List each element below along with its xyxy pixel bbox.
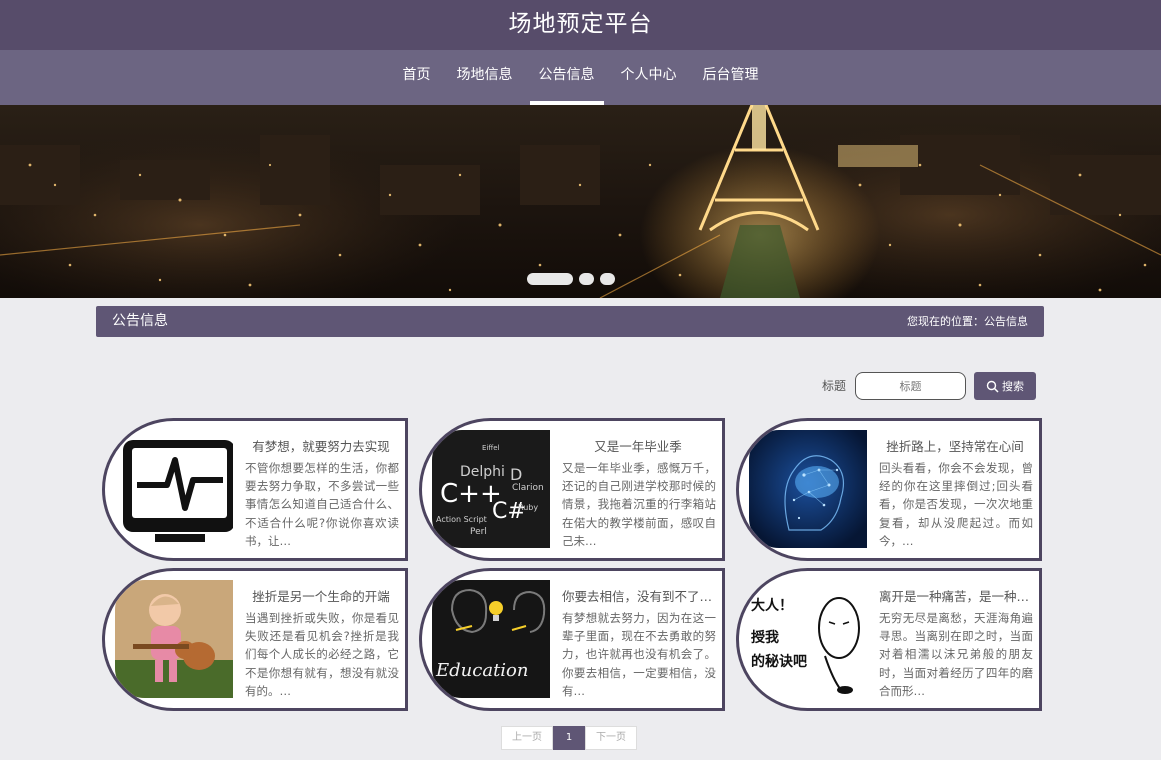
- svg-text:Action Script: Action Script: [436, 515, 487, 524]
- search-button[interactable]: 搜索: [974, 372, 1036, 400]
- card-description: 回头看看，你会不会发现，曾经的你在这里摔倒过;回头看看，你是否发现，一次次地重复…: [879, 461, 1033, 548]
- brain-network-image: [749, 430, 867, 548]
- card-description: 不管你想要怎样的生活，你都要去努力争取，不多尝试一些事情怎么知道自己适合什么、不…: [245, 461, 399, 548]
- svg-text:Perl: Perl: [470, 527, 487, 537]
- breadcrumb: 您现在的位置：公告信息: [907, 315, 1028, 328]
- nav-item-personal-center[interactable]: 个人中心: [608, 50, 690, 105]
- svg-text:的秘诀吧: 的秘诀吧: [751, 653, 807, 670]
- card-title: 你要去相信，没有到不了的明天: [562, 589, 714, 604]
- svg-text:Ruby: Ruby: [518, 503, 538, 512]
- search-label: 标题: [822, 379, 847, 393]
- nav-item-admin[interactable]: 后台管理: [690, 50, 772, 105]
- search-icon: [986, 380, 999, 393]
- card-description: 当遇到挫折或失败，你是看见失败还是看见机会?挫折是我们每个人成长的必经之路，它不…: [245, 611, 399, 698]
- svg-text:授我: 授我: [751, 629, 779, 646]
- education-lightbulb-image: Education: [432, 580, 550, 698]
- announcement-card[interactable]: Education 你要去相信，没有到不了的明天 有梦想就去努力，因为在这一辈子…: [419, 568, 725, 711]
- monitor-pulse-icon: [115, 430, 233, 548]
- card-description: 又是一年毕业季，感慨万千，还记的自己刚进学校那时候的情景，我拖着沉重的行李箱站在…: [562, 461, 716, 548]
- pagination: 上一页 1 下一页: [501, 726, 637, 750]
- banner-carousel-dots: [527, 273, 615, 285]
- hero-banner-image: [0, 105, 1161, 298]
- card-title: 离开是一种痛苦，是一种成长: [879, 589, 1031, 604]
- carousel-dot-1[interactable]: [527, 273, 573, 285]
- announcement-card[interactable]: 挫折路上，坚持常在心间 回头看看，你会不会发现，曾经的你在这里摔倒过;回头看看，…: [736, 418, 1042, 561]
- nav-item-venues[interactable]: 场地信息: [444, 50, 526, 105]
- announcement-card[interactable]: 大人！ 授我 的秘诀吧 离开是一种痛苦，是一种成长 无穷无尽是离愁，天涯海角遍寻…: [736, 568, 1042, 711]
- nav-item-announcements[interactable]: 公告信息: [526, 50, 608, 105]
- carousel-dot-3[interactable]: [600, 273, 615, 285]
- svg-text:大人！: 大人！: [751, 597, 793, 614]
- next-page-button[interactable]: 下一页: [585, 726, 637, 750]
- baby-guitar-image: [115, 580, 233, 698]
- nav-item-home[interactable]: 首页: [390, 50, 444, 105]
- card-title: 又是一年毕业季: [594, 439, 682, 454]
- svg-text:Delphi: Delphi: [460, 464, 505, 480]
- site-title: 场地预定平台: [0, 0, 1161, 50]
- svg-text:Clarion: Clarion: [512, 483, 544, 493]
- page-number-current[interactable]: 1: [553, 726, 585, 750]
- card-description: 有梦想就去努力，因为在这一辈子里面，现在不去勇敢的努力，也许就再也没有机会了。你…: [562, 611, 716, 698]
- card-description: 无穷无尽是离愁，天涯海角遍寻思。当离别在即之时，当面对着相濡以沫兄弟般的朋友时，…: [879, 611, 1033, 698]
- carousel-dot-2[interactable]: [579, 273, 594, 285]
- main-nav: 首页 场地信息 公告信息 个人中心 后台管理: [0, 50, 1161, 105]
- cartoon-comic-image: 大人！ 授我 的秘诀吧: [749, 580, 867, 698]
- announcement-card[interactable]: 有梦想，就要努力去实现 不管你想要怎样的生活，你都要去努力争取，不多尝试一些事情…: [102, 418, 408, 561]
- prev-page-button[interactable]: 上一页: [501, 726, 553, 750]
- search-input[interactable]: [855, 372, 966, 400]
- programming-languages-image: Delphi C++ D Clarion C# Action Script Pe…: [432, 430, 550, 548]
- card-title: 有梦想，就要努力去实现: [252, 439, 390, 454]
- search-button-label: 搜索: [1002, 380, 1024, 393]
- paris-night-eiffel-tower-image: [0, 105, 1161, 298]
- card-title: 挫折是另一个生命的开端: [252, 589, 390, 604]
- announcement-card[interactable]: 挫折是另一个生命的开端 当遇到挫折或失败，你是看见失败还是看见机会?挫折是我们每…: [102, 568, 408, 711]
- section-title-bar: 公告信息 您现在的位置：公告信息: [96, 306, 1044, 337]
- svg-text:Eiffel: Eiffel: [482, 444, 499, 452]
- svg-text:Education: Education: [435, 660, 529, 681]
- card-title: 挫折路上，坚持常在心间: [886, 439, 1024, 454]
- svg-text:D: D: [510, 465, 522, 484]
- announcement-card[interactable]: Delphi C++ D Clarion C# Action Script Pe…: [419, 418, 725, 561]
- section-title: 公告信息: [112, 313, 168, 329]
